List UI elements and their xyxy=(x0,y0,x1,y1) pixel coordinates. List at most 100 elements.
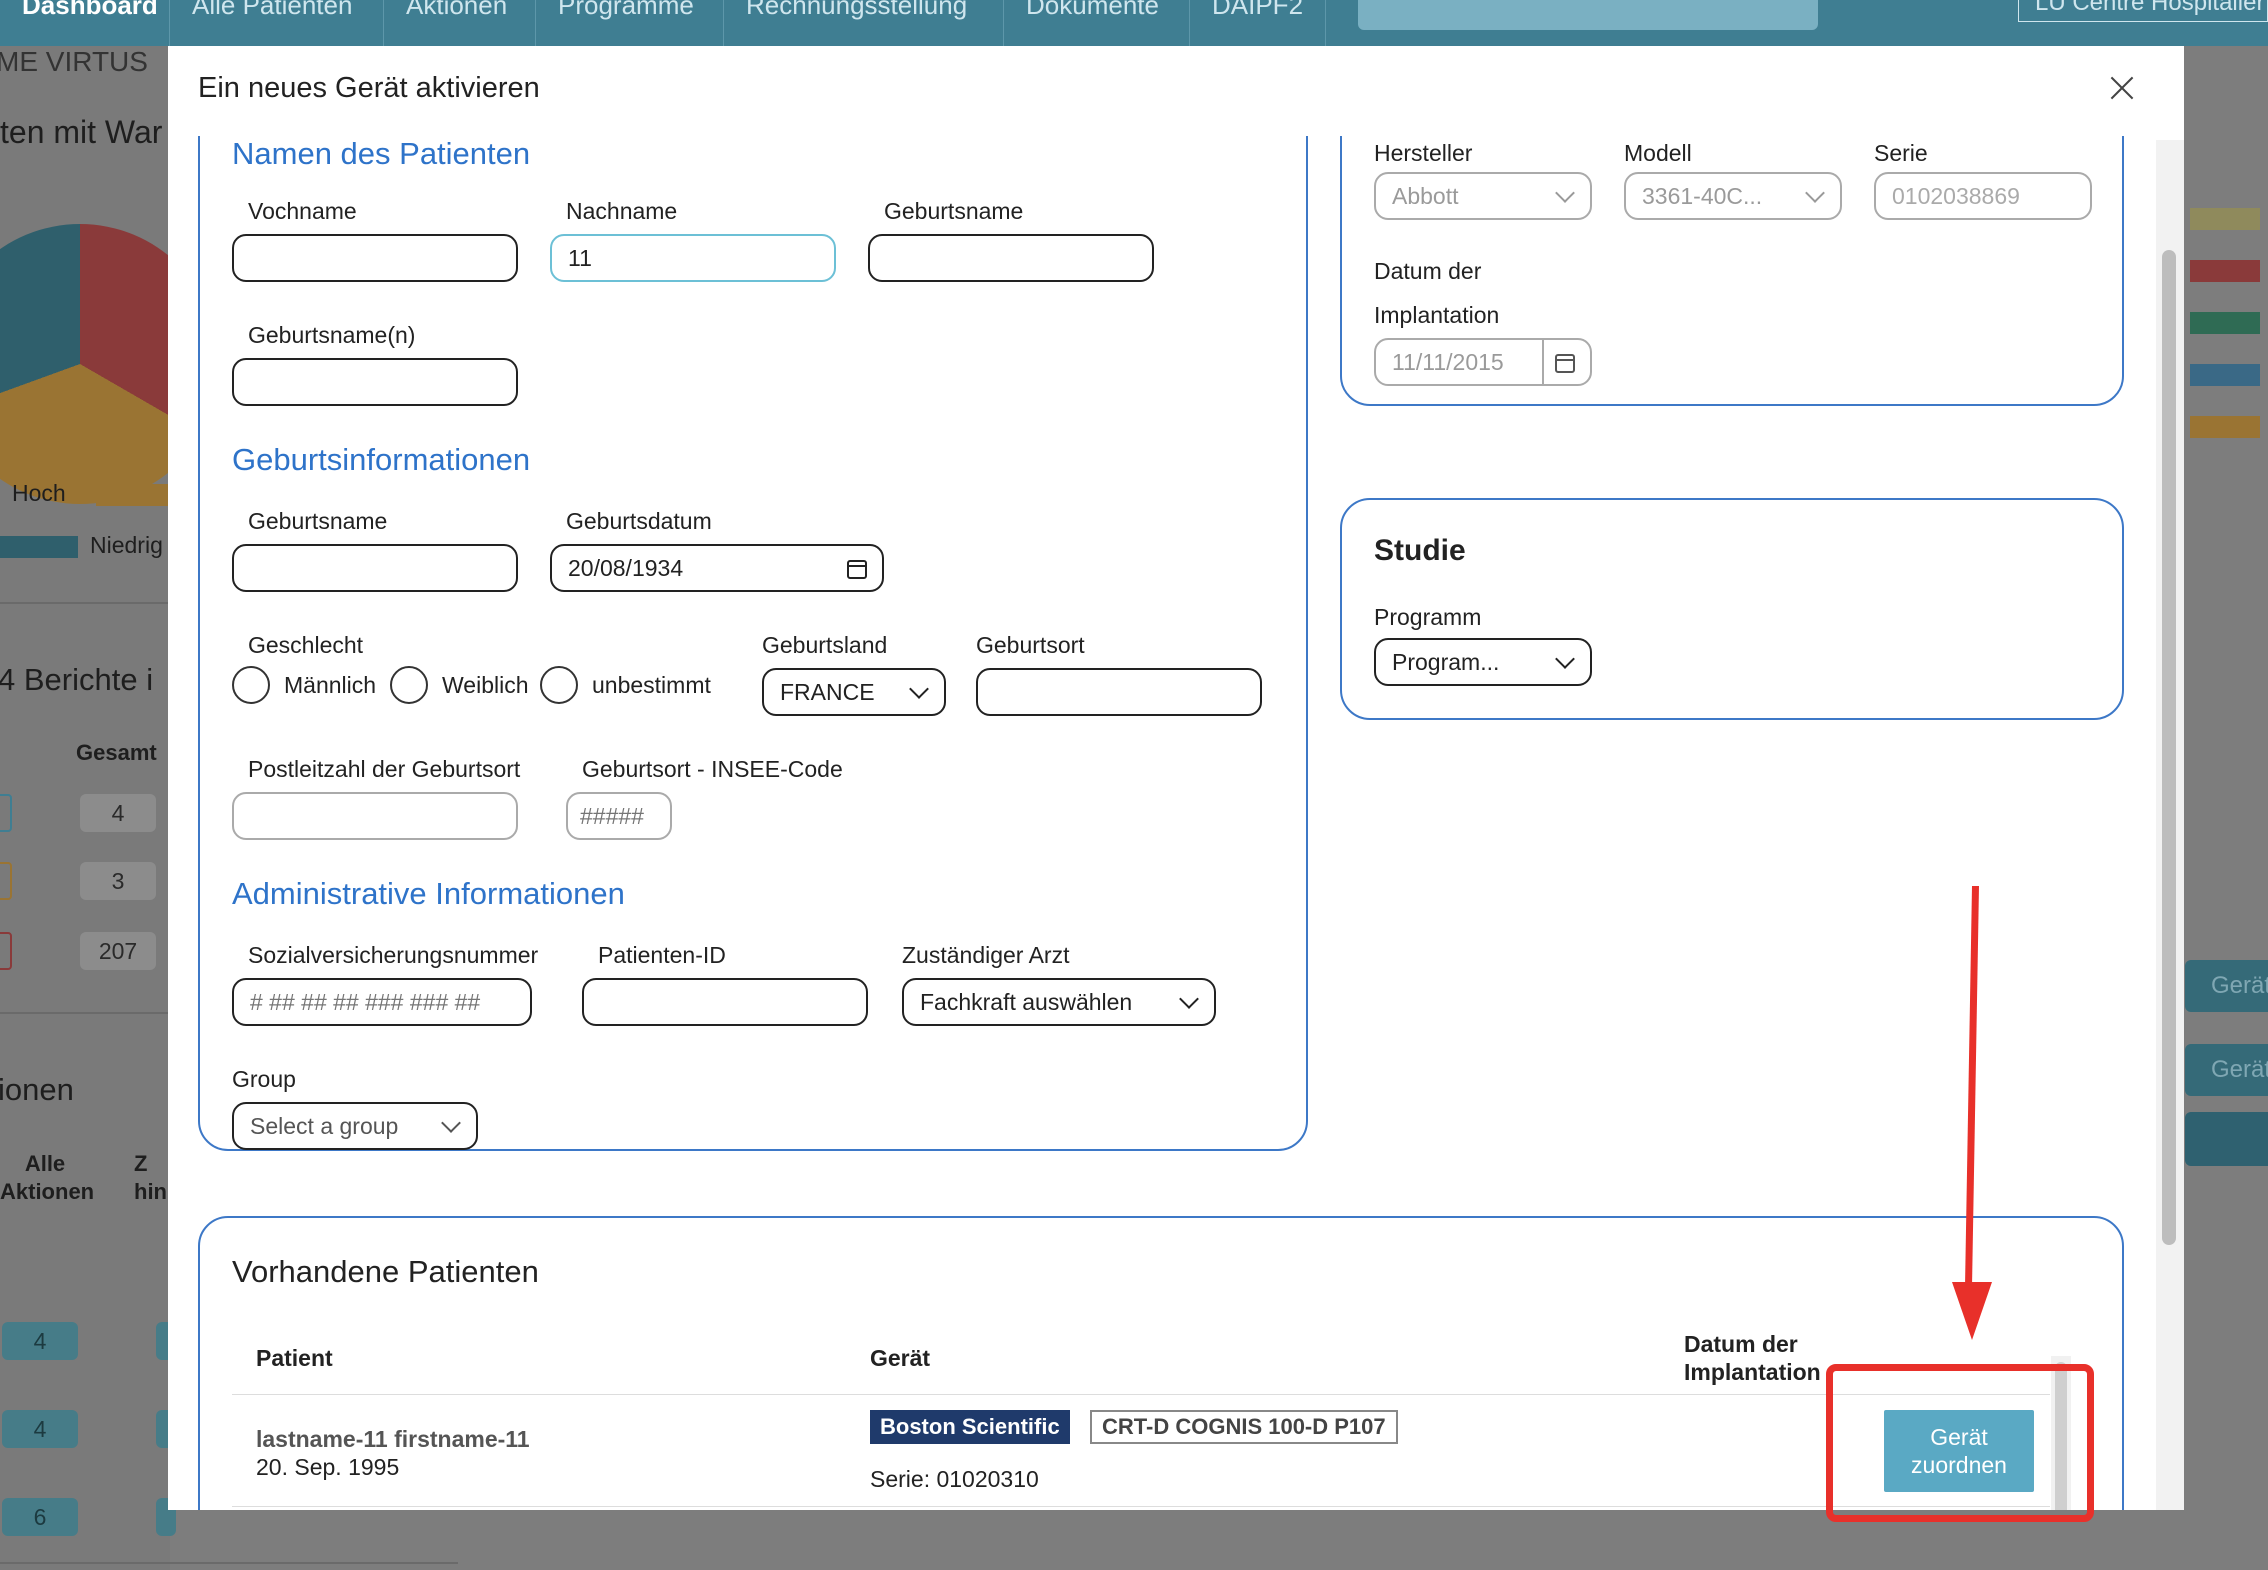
bg-count: 207 xyxy=(80,932,156,970)
nav-tab-billing[interactable]: Rechnungsstellung xyxy=(724,0,1004,46)
bg-partial-heading: ten mit War xyxy=(0,114,163,150)
implant-date-label-line2: Implantation xyxy=(1374,302,1500,328)
birth-date-field[interactable]: 20/08/1934 xyxy=(550,544,884,592)
birth-names-field[interactable] xyxy=(232,358,518,406)
birth-country-value: FRANCE xyxy=(780,679,875,705)
ssn-label: Sozialversicherungsnummer xyxy=(248,942,539,968)
birth-place-field[interactable] xyxy=(976,668,1262,716)
first-name-field[interactable] xyxy=(232,234,518,282)
model-select[interactable]: 3361-40C... xyxy=(1624,172,1842,220)
existing-patients-title: Vorhandene Patienten xyxy=(232,1254,539,1289)
bg-device-button[interactable]: Gerät xyxy=(2185,960,2268,1012)
ssn-field[interactable] xyxy=(232,978,532,1026)
doctor-label: Zuständiger Arzt xyxy=(902,942,1070,968)
birth-name-field[interactable] xyxy=(868,234,1154,282)
modal-body: Namen des Patienten Vochname Nachname Ge… xyxy=(168,136,2158,1510)
bg-device-button[interactable]: Gerät xyxy=(2185,1044,2268,1096)
calendar-icon[interactable] xyxy=(1554,350,1576,374)
bg-edge-box xyxy=(0,862,12,900)
bg-actions-heading: ionen xyxy=(0,1072,74,1107)
bg-reports-heading: 4 Berichte i xyxy=(0,662,154,697)
nav-tab-daipf2[interactable]: DAIPF2 xyxy=(1190,0,1326,46)
postal-code-label: Postleitzahl der Geburtsort xyxy=(248,756,521,782)
bg-divider xyxy=(0,1012,170,1014)
last-name-label: Nachname xyxy=(566,198,678,224)
birth-names-label: Geburtsname(n) xyxy=(248,322,416,348)
manufacturer-select[interactable]: Abbott xyxy=(1374,172,1592,220)
modal-header: Ein neues Gerät aktivieren xyxy=(168,46,2184,136)
implant-date-value: 11/11/2015 xyxy=(1392,349,1504,375)
nav-tab-programs[interactable]: Programme xyxy=(536,0,724,46)
program-value: Program... xyxy=(1392,649,1500,675)
bg-right-stripe xyxy=(2190,312,2260,334)
bg-count: 4 xyxy=(80,794,156,832)
patient-id-label: Patienten-ID xyxy=(598,942,726,968)
implant-date-field[interactable]: 11/11/2015 xyxy=(1374,338,1592,386)
close-icon[interactable] xyxy=(2102,68,2142,108)
birth-date-label: Geburtsdatum xyxy=(566,508,712,534)
bg-right-stripe xyxy=(2190,364,2260,386)
bg-action-count: 6 xyxy=(2,1498,78,1536)
birth-country-select[interactable]: FRANCE xyxy=(762,668,946,716)
bg-total-label: Gesamt xyxy=(76,740,157,765)
gender-radio-male[interactable] xyxy=(232,666,270,704)
center-name-label[interactable]: LU Centre Hospitalier xyxy=(2018,0,2268,22)
doctor-value: Fachkraft auswählen xyxy=(920,989,1133,1015)
doctor-select[interactable]: Fachkraft auswählen xyxy=(902,978,1216,1026)
nav-tab-actions[interactable]: Aktionen xyxy=(384,0,536,46)
legend-high-bar xyxy=(96,484,170,506)
nav-tab-all-patients[interactable]: Alle Patienten xyxy=(170,0,384,46)
birth-place-label: Geburtsort xyxy=(976,632,1085,658)
serial-field[interactable] xyxy=(1874,172,2092,220)
patient-birth-date: 20. Sep. 1995 xyxy=(256,1454,400,1480)
chevron-down-icon xyxy=(1179,989,1199,1009)
device-serial: Serie: 01020310 xyxy=(870,1466,1039,1492)
gender-radio-female[interactable] xyxy=(390,666,428,704)
model-value: 3361-40C... xyxy=(1642,183,1763,209)
nav-tab-dashboard[interactable]: Dashboard xyxy=(0,0,170,46)
birth-date-value: 20/08/1934 xyxy=(568,555,684,581)
bg-action-count: 4 xyxy=(2,1410,78,1448)
admin-info-title: Administrative Informationen xyxy=(232,876,625,911)
column-header-patient: Patient xyxy=(256,1345,333,1371)
group-label: Group xyxy=(232,1066,296,1092)
bg-right-stripe xyxy=(2190,208,2260,230)
modal-scrollbar-thumb[interactable] xyxy=(2162,250,2176,1245)
patient-id-field[interactable] xyxy=(582,978,868,1026)
legend-low-label: Niedrig xyxy=(90,532,163,558)
serial-label: Serie xyxy=(1874,140,1928,166)
activate-device-modal: Ein neues Gerät aktivieren Namen des Pat… xyxy=(168,46,2184,1510)
birth-name-label: Geburtsname xyxy=(884,198,1024,224)
gender-undetermined-label: unbestimmt xyxy=(592,672,711,698)
last-name-field[interactable] xyxy=(550,234,836,282)
birth-info-title: Geburtsinformationen xyxy=(232,442,531,477)
group-select[interactable]: Select a group xyxy=(232,1102,478,1150)
bg-device-button-partial[interactable] xyxy=(2185,1112,2268,1166)
bg-divider xyxy=(0,602,170,604)
gender-radio-undetermined[interactable] xyxy=(540,666,578,704)
insee-code-field[interactable] xyxy=(566,792,672,840)
study-title: Studie xyxy=(1374,534,1466,567)
birth-name-2-label: Geburtsname xyxy=(248,508,388,534)
annotation-highlight-box xyxy=(1826,1364,2094,1522)
calendar-icon[interactable] xyxy=(846,556,868,580)
chevron-down-icon xyxy=(1555,649,1575,669)
model-label: Modell xyxy=(1624,140,1692,166)
patient-name: lastname-11 firstname-11 xyxy=(256,1426,530,1452)
birth-name-2-field[interactable] xyxy=(232,544,518,592)
manufacturer-label: Hersteller xyxy=(1374,140,1473,166)
bg-partial-column: Z hin xyxy=(134,1151,167,1204)
implant-date-divider xyxy=(1542,340,1544,384)
gender-label: Geschlecht xyxy=(248,632,364,658)
background-dashboard: ME VIRTUS ten mit War Hoch Niedrig 4 Ber… xyxy=(0,46,458,1570)
nav-tab-documents[interactable]: Dokumente xyxy=(1004,0,1190,46)
postal-code-field[interactable] xyxy=(232,792,518,840)
program-select[interactable]: Program... xyxy=(1374,638,1592,686)
chevron-down-icon xyxy=(1555,183,1575,203)
birth-country-label: Geburtsland xyxy=(762,632,888,658)
bg-partial-heading-top: ME VIRTUS xyxy=(0,46,148,77)
device-model-badge: CRT-D COGNIS 100-D P107 xyxy=(1090,1410,1398,1444)
global-search-input[interactable] xyxy=(1358,0,1818,30)
column-header-device: Gerät xyxy=(870,1345,931,1371)
bg-action-count: 4 xyxy=(2,1322,78,1360)
